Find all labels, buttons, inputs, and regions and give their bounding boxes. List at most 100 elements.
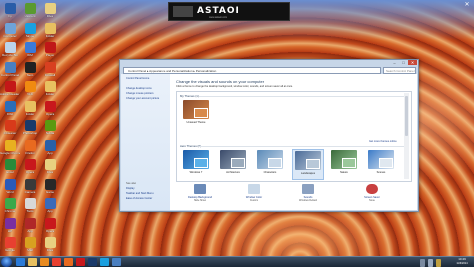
desktop-icon[interactable]: hp (0, 3, 20, 18)
app-icon (44, 42, 56, 53)
online-themes-link[interactable]: Get more themes online (369, 140, 397, 143)
desktop-icon[interactable]: Excel (0, 159, 20, 174)
nav-link-account-picture[interactable]: Change your account picture (126, 97, 159, 100)
desktop-icon[interactable]: Folder (40, 81, 60, 96)
theme-setting-option[interactable]: Sounds Windows Default (288, 184, 328, 202)
theme-label: Nature (340, 171, 348, 174)
taskbar-chrome-icon[interactable] (52, 258, 61, 266)
theme-tile[interactable]: Characters (255, 149, 285, 178)
desktop-icon[interactable]: Utorrent (20, 3, 40, 18)
desktop-icon[interactable]: Photoshop (20, 120, 40, 135)
address-bar[interactable]: Control Panel ▸ Appearance and Personali… (123, 67, 381, 74)
theme-tile[interactable]: Nature (329, 149, 359, 178)
desktop-icon[interactable]: Skype (20, 22, 40, 38)
desktop-icon[interactable]: App (40, 198, 60, 213)
desktop-icon[interactable]: Adobe Reader XI (0, 81, 20, 96)
desktop-icon[interactable]: Folder (40, 22, 60, 38)
clock-date[interactable]: 11/6/2014 (452, 262, 472, 265)
theme-label: Landscapes (301, 172, 315, 175)
theme-tile[interactable]: Unsaved Theme (181, 99, 211, 128)
search-input[interactable]: Search Control Panel (383, 67, 416, 74)
desktop-icon[interactable]: Recycle Bin (0, 42, 20, 57)
desktop-icon[interactable]: Firewall (40, 61, 60, 77)
theme-setting-option[interactable]: Desktop Background Slide Show (180, 184, 220, 202)
desktop-icon[interactable]: Google (0, 237, 20, 252)
desktop-icon[interactable]: Google Chrome (0, 139, 20, 155)
desktop-icon-label: Computer (3, 34, 17, 38)
desktop-icon[interactable]: HP (0, 217, 20, 233)
desktop-icon[interactable]: Chrome (0, 198, 20, 213)
desktop-icon-label: Skype (25, 34, 35, 38)
desktop-icon[interactable]: Player (40, 42, 60, 57)
theme-setting-option[interactable]: Screen Saver None (352, 184, 392, 202)
app-icon (44, 81, 56, 92)
theme-window-preview (194, 108, 208, 118)
app-icon (4, 100, 16, 112)
desktop-icon[interactable]: Nvidia (40, 120, 60, 135)
taskbar-skype-icon[interactable] (100, 258, 109, 266)
desktop-icon[interactable]: Opera (20, 159, 40, 174)
taskbar-media-player-icon[interactable] (40, 258, 49, 266)
desktop-icon[interactable]: Control Panel (0, 61, 20, 77)
desktop-icon[interactable]: Camera (20, 178, 40, 194)
desktop-icon[interactable]: App (40, 139, 60, 155)
taskbar-control-panel-icon[interactable] (112, 258, 121, 266)
nav-link-mouse-pointers[interactable]: Change mouse pointers (126, 92, 154, 95)
app-icon (24, 100, 36, 112)
theme-tile[interactable]: Landscapes (292, 149, 324, 180)
desktop-icon[interactable]: Computer (0, 22, 20, 38)
desktop-icon-label: Google Chrome (0, 151, 20, 155)
scrollbar-thumb[interactable] (405, 96, 408, 136)
app-icon (44, 120, 56, 131)
desktop-icon[interactable]: Mail (20, 237, 40, 252)
nav-link-control-panel-home[interactable]: Control Panel Home (126, 77, 149, 80)
taskbar-photoshop-icon[interactable] (88, 258, 97, 266)
close-button[interactable]: ✕ (408, 60, 417, 65)
desktop-icon[interactable]: Opera (40, 217, 60, 233)
desktop-icon[interactable]: Folder (20, 100, 40, 116)
theme-setting-option[interactable]: Window Color Custom (234, 184, 274, 202)
theme-tile[interactable]: Windows 7 (181, 149, 211, 178)
app-icon (4, 3, 16, 14)
desktop-icon[interactable]: App (20, 217, 40, 233)
desktop-icon[interactable]: VLC (20, 81, 40, 96)
desktop-icon-label: Control Panel (0, 73, 20, 77)
desktop-icon[interactable]: Game (40, 178, 60, 194)
desktop-icon[interactable]: Opera (40, 100, 60, 116)
taskbar-opera-icon[interactable] (76, 258, 85, 266)
taskbar-explorer-icon[interactable] (28, 258, 37, 266)
desktop-icon-label: Word (6, 190, 14, 194)
maximize-button[interactable]: □ (399, 60, 408, 65)
app-icon (24, 42, 36, 53)
clock-time[interactable]: 10:49 (452, 257, 472, 261)
window-titlebar[interactable]: – □ ✕ (120, 60, 418, 66)
theme-tile[interactable]: Architecture (218, 149, 248, 178)
desktop-icon[interactable]: Files (40, 3, 60, 18)
minimize-button[interactable]: – (390, 60, 399, 65)
breadcrumb[interactable]: Control Panel ▸ Appearance and Personali… (128, 69, 216, 73)
banner-subtitle: www.astaoi.com (209, 16, 228, 19)
desktop-icon[interactable]: Files (40, 159, 60, 174)
desktop-icon[interactable]: Files (40, 237, 60, 252)
theme-label: Windows 7 (189, 171, 203, 174)
nav-link-desktop-icons[interactable]: Change desktop icons (126, 87, 152, 90)
close-icon[interactable]: ✕ (463, 2, 471, 9)
taskbar-firefox-icon[interactable] (64, 258, 73, 266)
see-also-display[interactable]: Display (126, 187, 135, 190)
taskbar-ie-icon[interactable] (16, 258, 25, 266)
desktop-icon-label: App (47, 151, 53, 155)
desktop-icon[interactable]: IObit (0, 100, 20, 116)
desktop-icon[interactable]: Tools (20, 198, 40, 213)
app-icon (44, 22, 56, 34)
website-banner: ASTAOI www.astaoi.com (168, 2, 290, 21)
see-also-taskbar[interactable]: Taskbar and Start Menu (126, 192, 154, 195)
theme-tile[interactable]: Scenes (366, 149, 396, 178)
desktop-icon-label: Google (5, 249, 15, 252)
desktop-icon[interactable]: Nero (20, 61, 40, 77)
desktop-icon[interactable]: Firefox (20, 139, 40, 155)
app-icon (4, 81, 16, 92)
desktop-icon[interactable]: IDM (20, 42, 40, 57)
see-also-ease-of-access[interactable]: Ease of Access Center (126, 197, 152, 200)
desktop-icon[interactable]: Word (0, 178, 20, 194)
desktop-icon[interactable]: CCleaner (0, 120, 20, 135)
